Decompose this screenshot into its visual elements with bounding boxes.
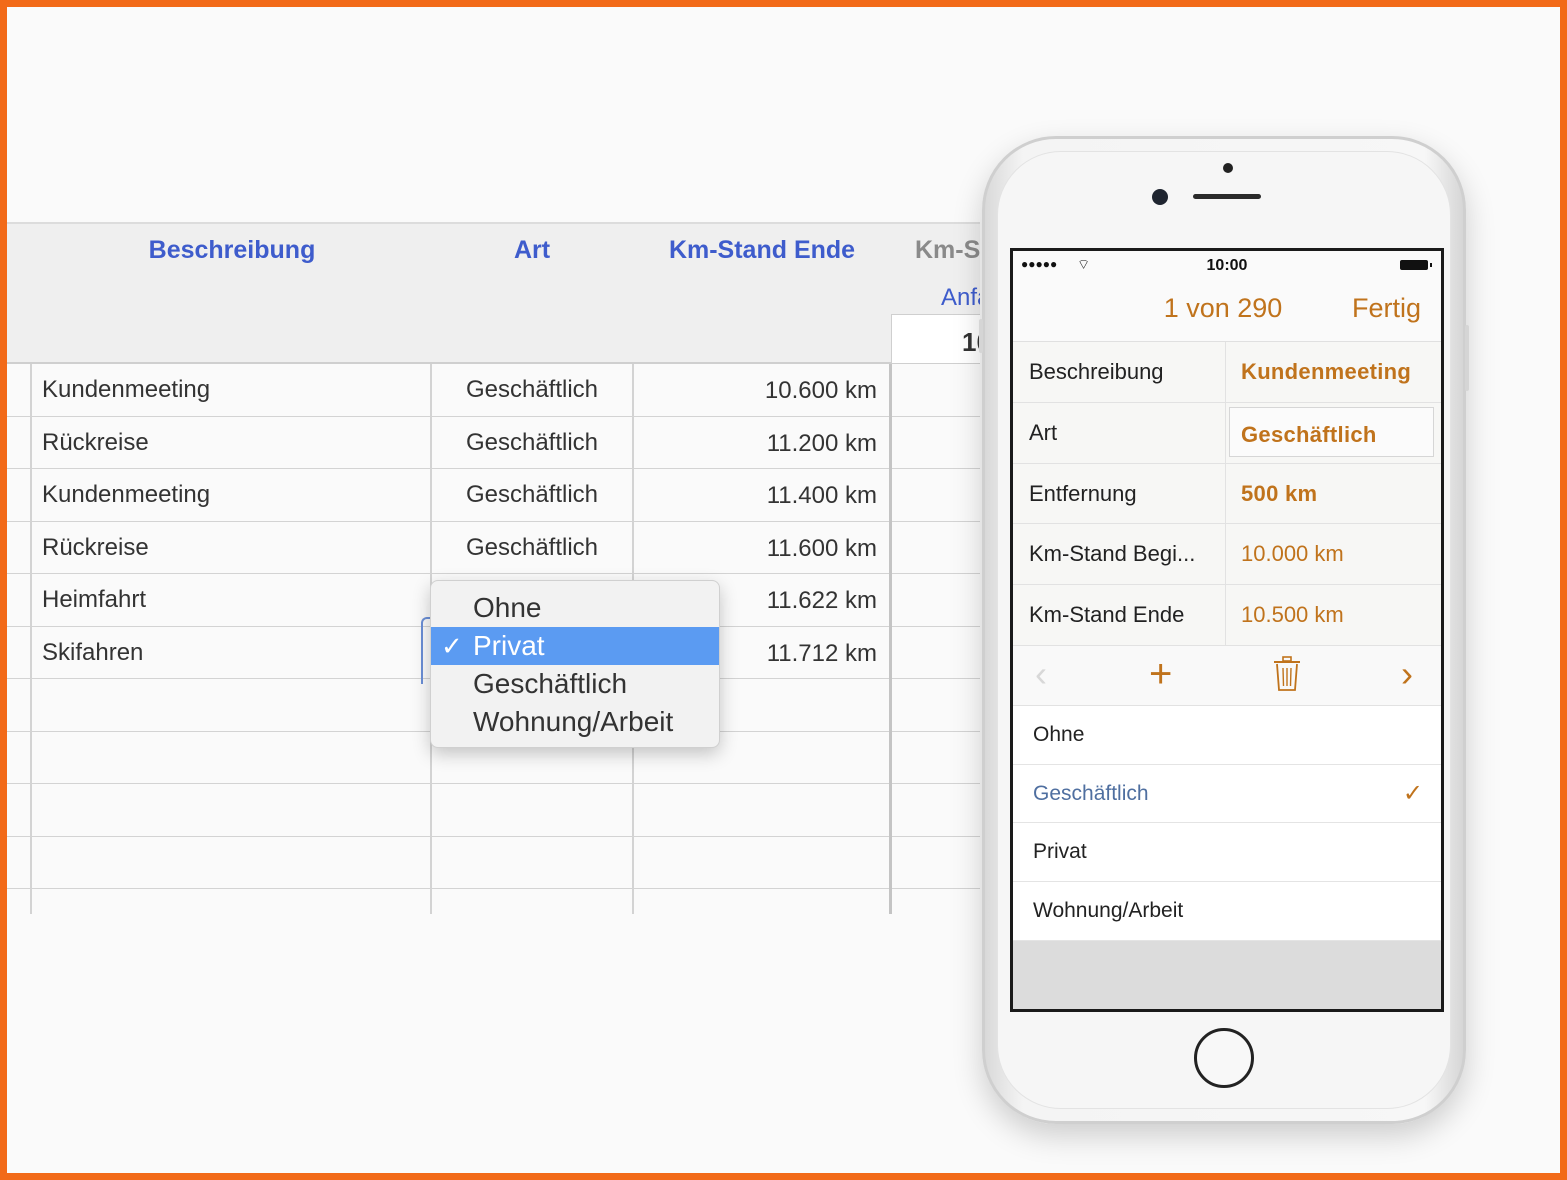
- art-dropdown-menu: Ohne ✓ Privat Geschäftlich Wohnung/Arbeit: [430, 580, 720, 748]
- field-value[interactable]: Geschäftlich: [1229, 406, 1434, 457]
- cell-art[interactable]: Geschäftlich: [432, 534, 632, 562]
- table-row[interactable]: [7, 784, 980, 837]
- table-row[interactable]: [7, 837, 980, 889]
- keyboard-area: [1013, 941, 1441, 1009]
- field-label: Km-Stand Begi...: [1029, 541, 1196, 567]
- menu-item-geschäftlich[interactable]: Geschäftlich: [431, 665, 719, 703]
- cell-art[interactable]: Geschäftlich: [432, 376, 632, 404]
- sensor-dot: [1223, 163, 1233, 173]
- option-label: Privat: [1033, 840, 1087, 864]
- cell-beschreibung[interactable]: Skifahren: [42, 639, 143, 667]
- cell-beschreibung[interactable]: Kundenmeeting: [42, 481, 210, 509]
- record-toolbar: ‹ + ›: [1013, 646, 1441, 706]
- spreadsheet: Beschreibung Art Km-Stand Ende Km-S Anfa…: [7, 222, 980, 914]
- cell-beschreibung[interactable]: Kundenmeeting: [42, 376, 210, 404]
- art-options-list: Ohne Geschäftlich ✓ Privat Wohnung/Arbeit: [1013, 706, 1441, 941]
- option-label: Geschäftlich: [1033, 781, 1149, 805]
- menu-item-privat[interactable]: ✓ Privat: [431, 627, 719, 665]
- field-value[interactable]: 10.000 km: [1241, 541, 1344, 567]
- cell-km-stand-ende[interactable]: 11.600 km: [634, 535, 877, 563]
- menu-item-label: Wohnung/Arbeit: [473, 706, 674, 737]
- header-art[interactable]: Art: [432, 236, 632, 265]
- form-row[interactable]: Km-Stand Begi... 10.000 km: [1013, 524, 1441, 586]
- column-divider: [30, 364, 32, 914]
- battery-icon: [1400, 260, 1432, 270]
- header-km-stand-anfang[interactable]: Km-S: [915, 236, 980, 265]
- cell-art[interactable]: Geschäftlich: [432, 429, 632, 457]
- field-label: Km-Stand Ende: [1029, 602, 1185, 628]
- cell-km-stand-ende[interactable]: 11.200 km: [634, 430, 877, 458]
- cell-beschreibung[interactable]: Rückreise: [42, 429, 149, 457]
- done-button[interactable]: Fertig: [1352, 293, 1421, 324]
- nav-bar: 1 von 290 Fertig: [1013, 279, 1441, 342]
- form-row[interactable]: Beschreibung Kundenmeeting: [1013, 342, 1441, 403]
- field-value[interactable]: Kundenmeeting: [1241, 359, 1411, 385]
- field-label: Beschreibung: [1029, 359, 1164, 384]
- option-item[interactable]: Wohnung/Arbeit: [1013, 882, 1441, 941]
- option-item[interactable]: Geschäftlich ✓: [1013, 765, 1441, 824]
- option-label: Wohnung/Arbeit: [1033, 899, 1184, 923]
- header-value-cell[interactable]: 10: [891, 314, 980, 364]
- header-beschreibung[interactable]: Beschreibung: [47, 236, 417, 265]
- field-label: Art: [1029, 419, 1058, 445]
- header-km-stand-anfang-sub: Anfa: [941, 284, 980, 311]
- column-header-row: Beschreibung Art Km-Stand Ende Km-S Anfa…: [7, 222, 980, 364]
- phone-screen: ●●●●● ⌔ 10:00 1 von 290 Fertig Beschreib…: [1010, 248, 1444, 1012]
- cell-km-stand-ende[interactable]: 11.400 km: [634, 482, 877, 510]
- cell-beschreibung[interactable]: Heimfahrt: [42, 586, 146, 614]
- home-button[interactable]: [1194, 1028, 1254, 1088]
- cell-beschreibung[interactable]: Rückreise: [42, 534, 149, 562]
- cell-km-stand-ende[interactable]: 10.600 km: [634, 377, 877, 405]
- form-row[interactable]: Entfernung 500 km: [1013, 463, 1441, 525]
- table-row[interactable]: Rückreise Geschäftlich 11.600 km: [7, 522, 980, 574]
- form-row[interactable]: Art Geschäftlich: [1013, 402, 1441, 464]
- menu-item-label: Privat: [473, 630, 545, 661]
- form-row[interactable]: Km-Stand Ende 10.500 km: [1013, 585, 1441, 646]
- status-bar: ●●●●● ⌔ 10:00: [1013, 251, 1441, 279]
- field-divider: [1225, 463, 1226, 524]
- field-divider: [1225, 342, 1226, 402]
- earpiece-speaker: [1193, 194, 1261, 199]
- field-divider: [1225, 402, 1226, 463]
- menu-item-label: Geschäftlich: [473, 668, 628, 699]
- field-divider: [1225, 585, 1226, 645]
- option-item[interactable]: Privat: [1013, 823, 1441, 883]
- iphone-mockup: ●●●●● ⌔ 10:00 1 von 290 Fertig Beschreib…: [979, 136, 1469, 1124]
- checkmark-icon: ✓: [441, 631, 463, 661]
- field-value[interactable]: 500 km: [1241, 481, 1317, 507]
- trash-icon[interactable]: [1273, 654, 1301, 700]
- record-form: Beschreibung Kundenmeeting Art Geschäftlich…: [1013, 342, 1441, 646]
- mute-switch: [979, 319, 983, 353]
- table-row[interactable]: Kundenmeeting Geschäftlich 11.400 km: [7, 469, 980, 522]
- option-item[interactable]: Ohne: [1013, 706, 1441, 765]
- menu-item-label: Ohne: [473, 592, 542, 623]
- header-km-stand-ende[interactable]: Km-Stand Ende: [647, 236, 877, 265]
- power-button: [1465, 325, 1469, 391]
- table-row[interactable]: Rückreise Geschäftlich 11.200 km: [7, 417, 980, 469]
- field-value[interactable]: 10.500 km: [1241, 602, 1344, 628]
- checkmark-icon: ✓: [1402, 779, 1423, 807]
- front-camera: [1152, 189, 1168, 205]
- chevron-right-icon[interactable]: ›: [1401, 654, 1413, 694]
- menu-item-ohne[interactable]: Ohne: [431, 589, 719, 627]
- table-row[interactable]: [7, 889, 980, 914]
- option-label: Ohne: [1033, 723, 1085, 746]
- field-label: Entfernung: [1029, 480, 1137, 506]
- status-time: 10:00: [1206, 257, 1248, 274]
- cell-art[interactable]: Geschäftlich: [432, 481, 632, 509]
- column-divider: [889, 364, 892, 914]
- record-counter: 1 von 290: [1163, 293, 1283, 323]
- add-icon[interactable]: +: [1149, 654, 1172, 694]
- menu-item-wohnung-arbeit[interactable]: Wohnung/Arbeit: [431, 703, 719, 741]
- field-divider: [1225, 524, 1226, 585]
- table-row[interactable]: Kundenmeeting Geschäftlich 10.600 km: [7, 364, 980, 417]
- chevron-left-icon[interactable]: ‹: [1035, 654, 1047, 694]
